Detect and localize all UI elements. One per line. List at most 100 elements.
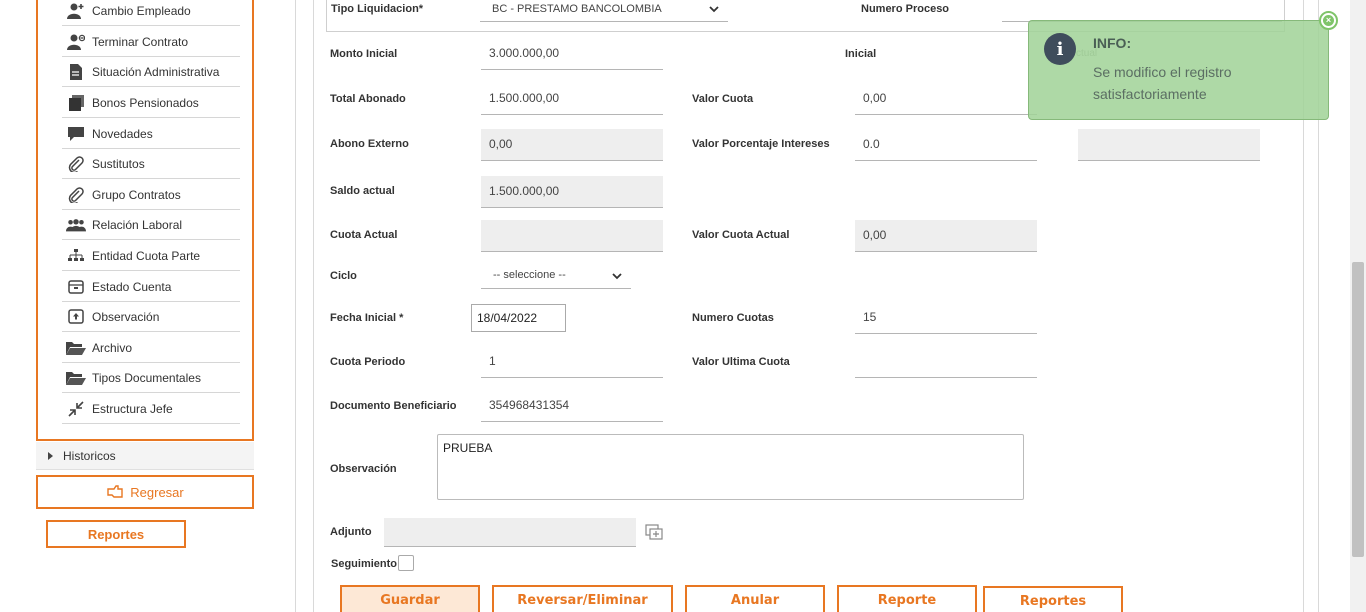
reporte-label: Reporte [877, 592, 937, 608]
sidebar-menu: Cambio Empleado Terminar Contrato Situac… [36, 0, 254, 441]
cuota-actual-input [481, 220, 663, 252]
vertical-scrollbar[interactable] [1350, 0, 1366, 612]
tipo-liquidacion-label: Tipo Liquidacion* [331, 3, 424, 15]
valor-cuota-actual-input: 0,00 [855, 220, 1037, 252]
sidebar-item-novedades[interactable]: Novedades [62, 119, 240, 149]
valor-cuota-actual-label: Valor Cuota Actual [692, 229, 790, 241]
sidebar-item-situacion-administrativa[interactable]: Situación Administrativa [62, 57, 240, 87]
reportes-label: Reportes [1019, 593, 1087, 609]
sidebar-item-observacion[interactable]: Observación [62, 302, 240, 332]
toast-close-button[interactable]: × [1319, 11, 1338, 30]
sidebar-item-tipos-documentales[interactable]: Tipos Documentales [62, 363, 240, 393]
observacion-textarea[interactable]: PRUEBA [437, 434, 1024, 500]
documento-beneficiario-value: 354968431354 [489, 398, 570, 412]
cuota-periodo-input[interactable]: 1 [481, 346, 663, 378]
sidebar-item-label: Estado Cuenta [92, 279, 172, 294]
user-minus-icon [66, 34, 86, 50]
total-abonado-value: 1.500.000,00 [489, 91, 560, 105]
sidebar-item-grupo-contratos[interactable]: Grupo Contratos [62, 180, 240, 210]
fecha-inicial-label: Fecha Inicial * [330, 312, 404, 324]
sidebar-item-label: Bonos Pensionados [92, 95, 199, 110]
sidebar-item-label: Cambio Empleado [92, 3, 191, 18]
valor-cuota-label: Valor Cuota [692, 93, 754, 105]
total-abonado-input[interactable]: 1.500.000,00 [481, 83, 663, 115]
tipo-liquidacion-value: BC - PRESTAMO BANCOLOMBIA [492, 3, 662, 15]
cuota-actual-label: Cuota Actual [330, 229, 398, 241]
folder-open-icon [66, 340, 86, 356]
inicial-label: Inicial [845, 48, 877, 60]
observacion-label: Observación [330, 463, 397, 475]
guardar-button[interactable]: Guardar [340, 585, 480, 612]
numero-cuotas-value: 15 [863, 310, 877, 324]
numero-cuotas-input[interactable]: 15 [855, 302, 1037, 334]
documento-beneficiario-label: Documento Beneficiario [330, 400, 457, 412]
toast-message: Se modifico el registro satisfactoriamen… [1093, 64, 1232, 102]
sidebar-item-label: Tipos Documentales [92, 370, 201, 385]
reversar-eliminar-button[interactable]: Reversar/Eliminar [492, 585, 673, 612]
saldo-actual-value: 1.500.000,00 [489, 184, 560, 198]
sidebar-item-estructura-jefe[interactable]: Estructura Jefe [62, 394, 240, 424]
numero-cuotas-label: Numero Cuotas [692, 312, 774, 324]
document-icon [66, 63, 86, 80]
sidebar-item-label: Relación Laboral [92, 217, 183, 232]
historicos-label: Historicos [63, 448, 116, 463]
sidebar-item-entidad-cuota-parte[interactable]: Entidad Cuota Parte [62, 241, 240, 271]
sidebar-item-label: Archivo [92, 340, 133, 355]
fecha-inicial-input[interactable]: 18/04/2022 [471, 304, 566, 332]
valor-ultima-cuota-input[interactable] [855, 346, 1037, 378]
form-border-left [313, 0, 314, 612]
cuota-periodo-label: Cuota Periodo [330, 356, 406, 368]
adjunto-input[interactable] [384, 518, 636, 547]
guardar-label: Guardar [380, 592, 440, 608]
valor-porcentaje-intereses-input[interactable]: 0.0 [855, 129, 1037, 161]
chevron-down-icon [612, 273, 622, 280]
historicos-toggle[interactable]: Historicos [36, 442, 254, 470]
reversar-eliminar-label: Reversar/Eliminar [517, 592, 648, 608]
observacion-value: PRUEBA [443, 441, 493, 455]
sidebar-item-label: Entidad Cuota Parte [92, 248, 201, 263]
sidebar-item-archivo[interactable]: Archivo [62, 333, 240, 363]
info-icon: i [1044, 33, 1076, 65]
documento-beneficiario-input[interactable]: 354968431354 [481, 390, 663, 422]
ciclo-value: -- seleccione -- [493, 269, 566, 281]
scrollbar-thumb[interactable] [1352, 262, 1364, 557]
sidebar-item-relacion-laboral[interactable]: Relación Laboral [62, 210, 240, 240]
tipo-liquidacion-select[interactable]: BC - PRESTAMO BANCOLOMBIA [480, 0, 728, 22]
sidebar-item-sustitutos[interactable]: Sustitutos [62, 149, 240, 179]
reportes-side-button[interactable]: Reportes [46, 520, 186, 548]
monto-inicial-input[interactable]: 3.000.000,00 [481, 38, 663, 70]
sidebar-item-terminar-contrato[interactable]: Terminar Contrato [62, 27, 240, 57]
caret-right-icon [48, 451, 53, 460]
paperclip-icon [66, 155, 86, 172]
numero-proceso-input[interactable] [1002, 0, 1282, 22]
toast-title: INFO: [1093, 35, 1132, 51]
reporte-button[interactable]: Reporte [837, 585, 977, 612]
reportes-side-label: Reportes [87, 526, 145, 542]
abono-externo-label: Abono Externo [330, 138, 409, 150]
reportes-button[interactable]: Reportes [983, 586, 1123, 612]
sidebar-item-bonos-pensionados[interactable]: Bonos Pensionados [62, 88, 240, 118]
valor-cuota-input[interactable]: 0,00 [855, 83, 1037, 115]
folder-box-icon [66, 279, 86, 295]
ciclo-select[interactable]: -- seleccione -- [481, 265, 631, 289]
adjunto-label: Adjunto [330, 526, 372, 538]
sidebar-item-label: Sustitutos [92, 156, 145, 171]
attach-file-icon[interactable] [645, 524, 663, 540]
paperclip-icon [66, 186, 86, 203]
cuota-periodo-value: 1 [489, 354, 496, 368]
sidebar-item-label: Situación Administrativa [92, 64, 220, 79]
abono-externo-input: 0,00 [481, 129, 663, 161]
sidebar-item-cambio-empleado[interactable]: Cambio Empleado [62, 0, 240, 26]
abono-externo-value: 0,00 [489, 137, 513, 151]
back-hand-icon [107, 485, 123, 498]
saldo-actual-input: 1.500.000,00 [481, 176, 663, 208]
regresar-button[interactable]: Regresar [36, 475, 254, 509]
valor-porcentaje-intereses-label: Valor Porcentaje Intereses [692, 138, 830, 150]
ciclo-label: Ciclo [330, 270, 357, 282]
sidebar-item-estado-cuenta[interactable]: Estado Cuenta [62, 272, 240, 302]
chevron-down-icon [709, 6, 719, 13]
anular-button[interactable]: Anular [685, 585, 825, 612]
seguimiento-checkbox[interactable] [398, 555, 414, 571]
sidebar-item-label: Novedades [92, 126, 153, 141]
monto-inicial-label: Monto Inicial [330, 48, 398, 60]
